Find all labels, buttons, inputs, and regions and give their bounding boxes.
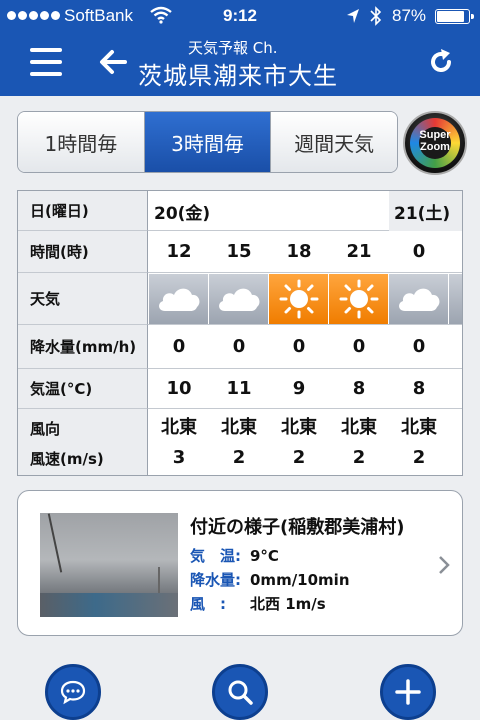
row-label-wind-speed: 風速(m/s) [30,450,104,468]
super-zoom-label: Super Zoom [405,129,465,153]
temp-cell: 8 [412,378,426,399]
nearby-temp-value: 9°C [250,547,279,565]
precip-cell: 0 [172,336,186,357]
temp-cell: 8 [352,378,366,399]
row-label-temp: 気温(°C) [18,369,148,409]
precip-cell: 0 [292,336,306,357]
cloudy-icon [209,274,269,324]
wind-dir-cell: 北東 [161,417,197,438]
temp-cell: 10 [166,378,192,399]
wind-dir-cell: 北東 [281,417,317,438]
nearby-precip: 降水量: 0mm/10min [190,569,350,590]
search-button[interactable] [212,664,268,720]
nearby-temp: 気 温: 9°C [190,545,279,566]
temp-cell: 9 [292,378,306,399]
nearby-conditions-card[interactable]: 付近の様子(稲敷郡美浦村) 気 温: 9°C 降水量: 0mm/10min 風 : 北… [17,490,463,636]
nearby-wind: 風 : 北西 1m/s [190,593,326,614]
precip-cell: 0 [412,336,426,357]
wind-speed-cell: 2 [292,447,306,468]
nearby-photo [40,513,178,617]
wind-speed-cell: 2 [232,447,246,468]
nearby-precip-value: 0mm/10min [250,571,350,589]
page-title: 茨城県潮来市大生 [138,62,338,90]
wind-speed-cell: 2 [412,447,426,468]
nearby-temp-key: 気 温: [190,547,241,565]
page-subtitle: 天気予報 Ch. [188,39,278,57]
super-zoom-line1: Super [419,129,451,141]
nearby-wind-key: 風 : [190,595,226,613]
super-zoom-line2: Zoom [420,141,450,153]
battery-percent: 87% [392,6,427,25]
forecast-table[interactable]: 日(曜日) 時間(時) 天気 降水量(mm/h) 気温(°C) 風向 風速(m/… [17,190,463,476]
nearby-precip-key: 降水量: [190,571,241,589]
tab-weekly[interactable]: 週間天気 [271,112,397,172]
row-label-wind-dir: 風向 [30,420,61,438]
day-label: 21(土) [389,191,462,231]
row-label-day: 日(曜日) [18,191,148,231]
hour-cell: 21 [346,241,372,262]
chat-bubble-icon [60,680,86,705]
wind-speed-cell: 3 [172,447,186,468]
super-zoom-button[interactable]: Super Zoom [403,111,467,175]
row-label-weather: 天気 [18,273,148,325]
wind-dir-cell: 北東 [341,417,377,438]
hour-cell: 18 [286,241,312,262]
sunny-icon [269,274,329,324]
menu-icon[interactable] [30,48,62,76]
sunny-icon [329,274,389,324]
row-label-wind: 風向 風速(m/s) [18,409,148,475]
wind-speed-cell: 2 [352,447,366,468]
battery-icon [435,9,474,24]
wind-dir-cell: 北東 [401,417,437,438]
row-label-precip: 降水量(mm/h) [18,325,148,369]
cloudy-icon [389,274,449,324]
add-button[interactable] [380,664,436,720]
hour-cell: 15 [226,241,252,262]
back-arrow-icon[interactable] [97,46,129,78]
cloudy-icon [449,274,462,324]
location-arrow-icon [347,9,359,23]
hour-cell: 0 [412,241,426,262]
precip-cell: 0 [352,336,366,357]
day-label: 20(金) [154,203,211,224]
temp-cell: 11 [226,378,252,399]
nav-bar: 天気予報 Ch. 茨城県潮来市大生 [0,32,480,96]
wind-dir-cell: 北東 [221,417,257,438]
chat-button[interactable] [45,664,101,720]
search-icon [228,680,253,705]
refresh-icon[interactable] [427,48,455,76]
interval-tabs: 1時間毎 3時間毎 週間天気 [17,111,398,173]
cloudy-icon [149,274,209,324]
tab-1-hour[interactable]: 1時間毎 [18,112,145,172]
precip-cell: 0 [232,336,246,357]
tab-3-hour[interactable]: 3時間毎 [144,112,272,172]
chevron-right-icon[interactable] [438,555,450,575]
row-label-hour: 時間(時) [18,231,148,273]
plus-icon [395,679,421,705]
nearby-wind-value: 北西 1m/s [250,595,326,613]
status-bar: SoftBank 9:12 87% [0,0,480,32]
nearby-title: 付近の様子(稲敷郡美浦村) [190,517,405,538]
hour-cell: 12 [166,241,192,262]
bluetooth-icon [370,6,382,26]
